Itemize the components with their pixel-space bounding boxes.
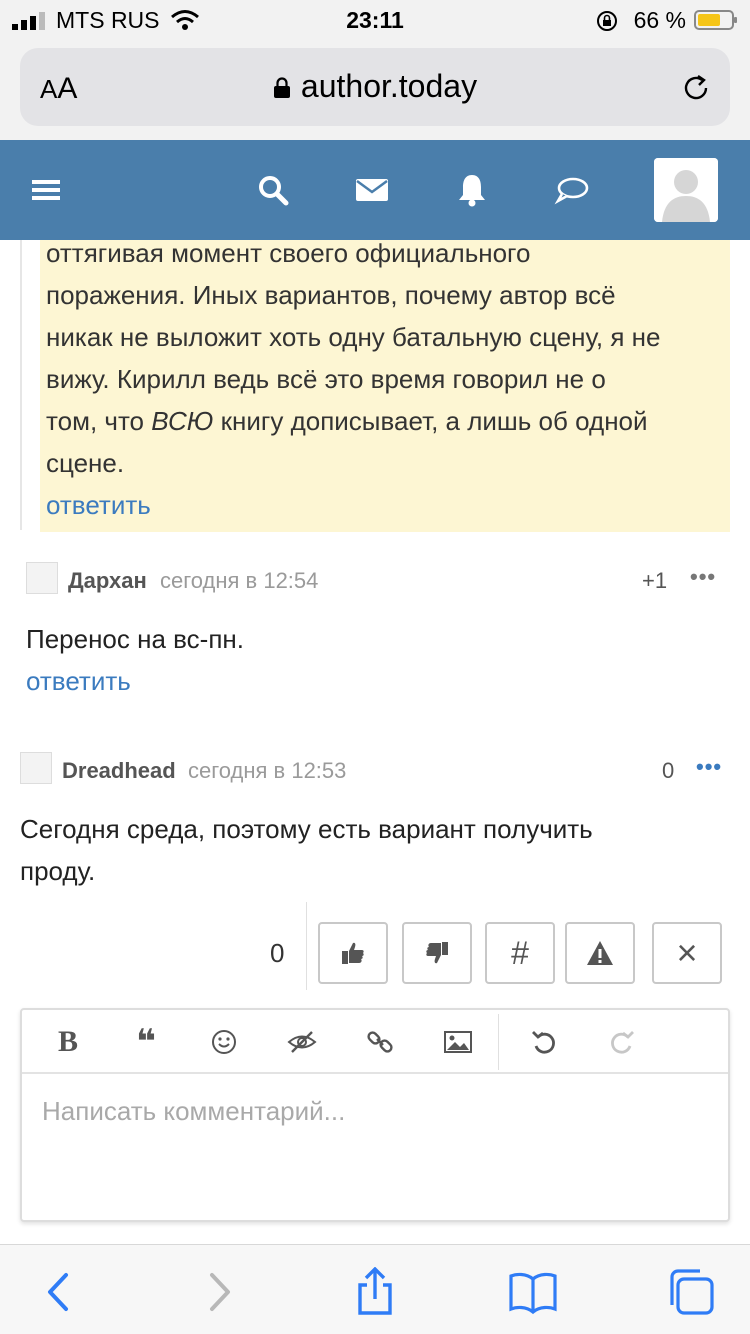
highlighted-comment-text: оттягивая момент своего официального пор…: [46, 232, 726, 526]
thumbs-down-icon: [426, 942, 448, 964]
link-icon: [367, 1031, 393, 1053]
user-avatar[interactable]: [654, 158, 718, 222]
undo-button[interactable]: [528, 1026, 560, 1058]
browser-toolbar: [0, 1244, 750, 1334]
reply-link[interactable]: ответить: [46, 484, 726, 526]
image-icon: [444, 1031, 472, 1053]
battery-percent: 66 %: [633, 7, 686, 33]
emoji-button[interactable]: [208, 1026, 240, 1058]
comment-time[interactable]: сегодня в 12:54: [160, 568, 318, 594]
mail-icon[interactable]: [352, 170, 392, 210]
comment-score: +1: [642, 568, 668, 593]
hash-icon: #: [511, 934, 529, 971]
warning-icon: [587, 941, 613, 965]
divider: [306, 902, 307, 990]
like-button[interactable]: [318, 922, 388, 984]
bold-button[interactable]: B: [52, 1025, 84, 1058]
spoiler-button[interactable]: [286, 1026, 318, 1058]
lock-icon: [273, 77, 290, 98]
menu-icon[interactable]: [28, 170, 68, 210]
battery-icon: [694, 10, 737, 30]
reply-link[interactable]: ответить: [26, 666, 131, 697]
bookmarks-icon[interactable]: [508, 1267, 558, 1317]
rotation-lock-icon: [597, 11, 617, 31]
comment-actions: 0 # ×: [0, 902, 750, 990]
commenter-avatar[interactable]: [20, 752, 52, 784]
avatar-placeholder-icon: [654, 158, 718, 222]
close-button[interactable]: ×: [652, 922, 722, 984]
toolbar-divider: [498, 1014, 499, 1070]
link-button[interactable]: [364, 1026, 396, 1058]
forward-icon[interactable]: [194, 1267, 244, 1317]
comment-score: 0: [662, 758, 675, 783]
redo-button[interactable]: [606, 1026, 638, 1058]
bell-icon[interactable]: [452, 170, 492, 210]
dislike-button[interactable]: [402, 922, 472, 984]
report-button[interactable]: [565, 922, 635, 984]
thumbs-up-icon: [342, 942, 364, 964]
comment-author[interactable]: Dreadhead: [62, 758, 176, 784]
reload-icon[interactable]: [680, 72, 712, 104]
comment-author[interactable]: Дархан: [68, 568, 147, 594]
image-button[interactable]: [442, 1026, 474, 1058]
thread-line: [20, 240, 22, 530]
url-text: author.today: [300, 68, 478, 104]
search-icon[interactable]: [253, 170, 293, 210]
comment-input[interactable]: Написать комментарий...: [42, 1096, 345, 1127]
more-options-icon[interactable]: •••: [690, 564, 716, 590]
page: MTS RUS 23:11 66 % AA author.today оттяг…: [0, 0, 750, 1334]
comment-time[interactable]: сегодня в 12:53: [188, 758, 346, 784]
status-bar: MTS RUS 23:11 66 %: [0, 0, 750, 40]
quote-button[interactable]: ❝: [130, 1022, 162, 1062]
back-icon[interactable]: [34, 1267, 84, 1317]
site-header: [0, 140, 750, 240]
comment-text: Сегодня среда, поэтому есть вариант полу…: [20, 814, 593, 886]
share-icon[interactable]: [350, 1267, 400, 1317]
eye-slash-icon: [287, 1031, 317, 1053]
address-bar[interactable]: AA author.today: [20, 48, 730, 126]
comment-editor: B ❝ Написать комментарий...: [20, 1008, 730, 1222]
redo-icon: [611, 1031, 634, 1054]
browser-address-area: AA author.today: [0, 40, 750, 140]
url-display[interactable]: author.today: [20, 68, 730, 105]
chat-icon[interactable]: [552, 170, 592, 210]
smiley-icon: [212, 1030, 236, 1054]
vote-count: 0: [270, 938, 285, 968]
undo-icon: [532, 1031, 555, 1054]
quote-icon: ❝: [136, 1022, 156, 1062]
editor-toolbar: B ❝: [22, 1010, 728, 1074]
highlighted-comment: оттягивая момент своего официального пор…: [40, 238, 730, 532]
permalink-button[interactable]: #: [485, 922, 555, 984]
more-options-icon[interactable]: •••: [696, 754, 722, 780]
commenter-avatar[interactable]: [26, 562, 58, 594]
tabs-icon[interactable]: [666, 1267, 716, 1317]
close-icon: ×: [676, 932, 698, 973]
comment-text: Перенос на вс-пн.: [26, 624, 244, 654]
